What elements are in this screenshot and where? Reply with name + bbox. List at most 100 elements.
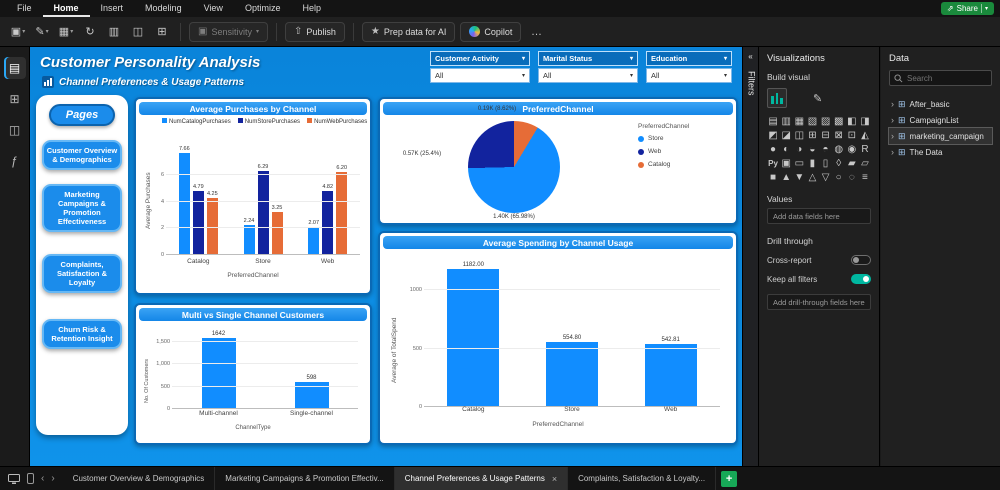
prep-data-for-ai-button[interactable]: ★ Prep data for AI: [361, 21, 456, 42]
slicer-dropdown[interactable]: All ▾: [538, 68, 638, 83]
mobile-layout-icon[interactable]: [27, 473, 34, 484]
copilot-button[interactable]: Copilot: [460, 21, 522, 42]
slicer-dropdown[interactable]: All ▾: [646, 68, 732, 83]
model-view-icon[interactable]: ◫: [4, 119, 26, 141]
card-icon[interactable]: ▣: [780, 158, 792, 170]
menu-modeling[interactable]: Modeling: [134, 0, 193, 17]
table-view-icon[interactable]: ⊞: [4, 88, 26, 110]
multi-vs-single-channel-visual[interactable]: Multi vs Single Channel Customers 1642 59…: [134, 303, 372, 445]
preferred-channel-pie-visual[interactable]: PreferredChannel 1.40K (65.98%) 0.57K (25…: [378, 97, 738, 225]
smart-narrative-icon[interactable]: ▼: [793, 172, 805, 184]
funnel-icon[interactable]: ⊠: [833, 130, 845, 142]
quick-measure-button[interactable]: ⊞: [152, 22, 172, 42]
key-influencers-icon[interactable]: ▱: [859, 158, 871, 170]
page-tab[interactable]: Complaints, Satisfaction & Loyalty...: [568, 466, 717, 490]
qa-icon[interactable]: ▲: [780, 172, 792, 184]
shape-map-icon[interactable]: ◓: [820, 144, 832, 156]
search-input[interactable]: [907, 73, 987, 83]
power-apps-icon[interactable]: ◌: [846, 172, 858, 184]
page-nav-button[interactable]: Marketing Campaigns & Promotion Effectiv…: [42, 184, 122, 232]
slicer-header[interactable]: Marital Status ▾: [538, 51, 638, 66]
pie-icon[interactable]: ◭: [859, 130, 871, 142]
kpi-icon[interactable]: ▮: [806, 158, 818, 170]
share-button[interactable]: ⇗ Share ▾: [940, 2, 994, 15]
page-nav-button[interactable]: Churn Risk & Retention Insight: [42, 319, 122, 349]
chevron-right-icon[interactable]: ›: [891, 131, 894, 141]
filters-pane-collapsed[interactable]: « Filters: [742, 47, 759, 466]
slicer-icon[interactable]: ▯: [820, 158, 832, 170]
publish-button[interactable]: ⇧ Publish: [284, 21, 345, 42]
theme-button[interactable]: ▦ ▾: [56, 22, 76, 42]
scatter-icon[interactable]: ⊡: [846, 130, 858, 142]
more-options-button[interactable]: …: [526, 22, 546, 42]
sensitivity-button[interactable]: ▣ Sensitivity ▾: [189, 21, 268, 42]
ribbon-chart-icon[interactable]: ⊞: [806, 130, 818, 142]
text-box-button[interactable]: ◫: [128, 22, 148, 42]
format-painter-button[interactable]: ✎ ▾: [32, 22, 52, 42]
arcgis-icon[interactable]: ○: [833, 172, 845, 184]
page-tab[interactable]: Customer Overview & Demographics: [63, 466, 216, 490]
r-script-icon[interactable]: R: [859, 144, 871, 156]
avg-spending-by-channel-visual[interactable]: Average Spending by Channel Usage 1182.0…: [378, 231, 738, 445]
menu-file[interactable]: File: [6, 0, 43, 17]
dax-query-view-icon[interactable]: ƒ: [4, 150, 26, 172]
data-table-item[interactable]: › ⊞ CampaignList: [889, 112, 992, 128]
drill-through-field-well[interactable]: Add drill-through fields here: [767, 294, 871, 310]
clustered-column-chart-icon[interactable]: ▧: [806, 116, 818, 128]
new-page-button[interactable]: +: [721, 470, 738, 487]
stacked-area-icon[interactable]: ◩: [767, 130, 779, 142]
format-pen-icon[interactable]: ✎: [813, 92, 822, 105]
azure-map-icon[interactable]: ◍: [833, 144, 845, 156]
page-tab[interactable]: Channel Preferences & Usage Patterns ×: [394, 466, 569, 490]
line-clustered-column-icon[interactable]: ◫: [793, 130, 805, 142]
new-visual-button[interactable]: ▥: [104, 22, 124, 42]
map-icon[interactable]: ◑: [793, 144, 805, 156]
values-field-well[interactable]: Add data fields here: [767, 208, 871, 224]
tab-scroll-right-icon[interactable]: ›: [51, 473, 54, 484]
chevron-right-icon[interactable]: ›: [891, 99, 894, 109]
data-table-item[interactable]: › ⊞ The Data: [889, 144, 992, 160]
data-table-item[interactable]: › ⊞ marketing_campaign: [888, 127, 993, 145]
menu-view[interactable]: View: [193, 0, 234, 17]
filled-map-icon[interactable]: ◒: [806, 144, 818, 156]
page-nav-button[interactable]: Complaints, Satisfaction & Loyalty: [42, 254, 122, 293]
stacked-column-chart-icon[interactable]: ▥: [780, 116, 792, 128]
decomposition-tree-icon[interactable]: ■: [767, 172, 779, 184]
metrics-icon[interactable]: △: [806, 172, 818, 184]
slicer-dropdown[interactable]: All ▾: [430, 68, 530, 83]
menu-optimize[interactable]: Optimize: [234, 0, 292, 17]
page-nav-button[interactable]: Customer Overview & Demographics: [42, 140, 122, 170]
data-table-item[interactable]: › ⊞ After_basic: [889, 96, 992, 112]
matrix-icon[interactable]: ▰: [846, 158, 858, 170]
paste-tool-button[interactable]: ▣ ▾: [8, 22, 28, 42]
share-caret-icon[interactable]: ▾: [985, 5, 988, 12]
cross-report-toggle[interactable]: [851, 255, 871, 265]
tab-scroll-left-icon[interactable]: ‹: [41, 473, 44, 484]
area-chart-icon[interactable]: ◨: [859, 116, 871, 128]
menu-insert[interactable]: Insert: [90, 0, 135, 17]
clustered-bar-chart-icon[interactable]: ▦: [793, 116, 805, 128]
report-canvas[interactable]: Customer Personality Analysis Channel Pr…: [30, 47, 742, 466]
selected-visual-thumbnail[interactable]: [767, 88, 787, 108]
refresh-button[interactable]: ↻: [80, 22, 100, 42]
close-tab-icon[interactable]: ×: [552, 474, 557, 484]
avg-purchases-by-channel-visual[interactable]: Average Purchases by Channel NumCatalogP…: [134, 97, 372, 295]
100-stacked-bar-icon[interactable]: ▨: [820, 116, 832, 128]
chevron-right-icon[interactable]: ›: [891, 115, 894, 125]
gauge-icon[interactable]: ◉: [846, 144, 858, 156]
multi-row-card-icon[interactable]: ▭: [793, 158, 805, 170]
search-box[interactable]: [889, 70, 992, 86]
table-icon[interactable]: ◊: [833, 158, 845, 170]
100-stacked-column-icon[interactable]: ▩: [833, 116, 845, 128]
menu-home[interactable]: Home: [42, 0, 90, 17]
desktop-layout-icon[interactable]: [8, 473, 20, 484]
waterfall-icon[interactable]: ⊟: [820, 130, 832, 142]
treemap-icon[interactable]: ◐: [780, 144, 792, 156]
line-chart-icon[interactable]: ◧: [846, 116, 858, 128]
donut-icon[interactable]: ●: [767, 144, 779, 156]
slicer-header[interactable]: Education ▾: [646, 51, 732, 66]
line-stacked-column-icon[interactable]: ◪: [780, 130, 792, 142]
menu-help[interactable]: Help: [291, 0, 332, 17]
page-tab[interactable]: Marketing Campaigns & Promotion Effectiv…: [215, 466, 395, 490]
python-icon[interactable]: Py: [767, 158, 779, 170]
